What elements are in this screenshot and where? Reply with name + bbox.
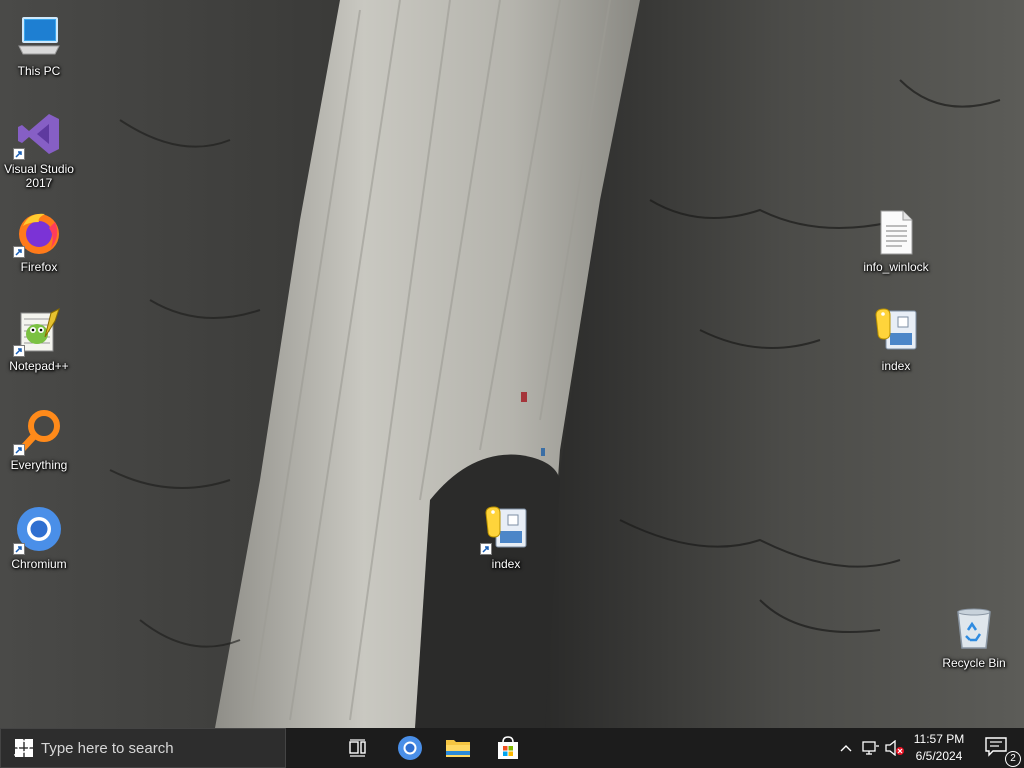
desktop-icon-label: Chromium	[11, 557, 67, 571]
chromium-icon	[398, 736, 422, 760]
shortcut-arrow-icon	[13, 246, 25, 258]
desktop-icon-firefox[interactable]: Firefox	[1, 202, 77, 294]
desktop-icon-label: info_winlock	[863, 260, 929, 274]
python-file-shortcut-icon	[480, 505, 530, 555]
desktop-icon-this-pc[interactable]: This PC	[1, 6, 77, 98]
desktop-icon-label: Visual Studio 2017	[4, 162, 74, 190]
clock-date: 6/5/2024	[915, 749, 963, 763]
start-button[interactable]	[0, 728, 48, 768]
notification-icon	[985, 737, 1007, 757]
computer-icon	[15, 12, 63, 60]
file-explorer-icon	[446, 740, 470, 757]
show-hidden-icons-button[interactable]	[836, 728, 856, 768]
desktop-icon-notepadpp[interactable]: Notepad++	[1, 301, 77, 393]
taskbar-file-explorer-button[interactable]	[434, 728, 482, 768]
action-center-button[interactable]: 2	[976, 728, 1021, 768]
desktop-icon-index-shortcut[interactable]: index	[468, 499, 544, 591]
network-status-button[interactable]	[860, 728, 882, 768]
desktop-icon-recycle-bin[interactable]: Recycle Bin	[936, 598, 1012, 690]
desktop-icon-chromium[interactable]: Chromium	[1, 499, 77, 591]
shortcut-arrow-icon	[13, 148, 25, 160]
desktop-icon-everything[interactable]: Everything	[1, 400, 77, 492]
taskbar: Type here to search 11:57 PM 6/5/2024 2	[0, 728, 1024, 768]
volume-button[interactable]	[884, 728, 906, 768]
desktop-icon-visual-studio[interactable]: Visual Studio 2017	[1, 104, 77, 196]
clock-time: 11:57 PM	[913, 732, 965, 746]
firefox-icon	[13, 208, 63, 258]
microsoft-store-icon	[498, 736, 518, 759]
search-placeholder: Type here to search	[41, 739, 174, 757]
shortcut-arrow-icon	[13, 345, 25, 357]
recycle-bin-icon	[950, 604, 998, 652]
clock[interactable]: 11:57 PM 6/5/2024	[906, 728, 972, 768]
desktop-icon-index[interactable]: index	[858, 301, 934, 393]
volume-muted-icon	[885, 740, 904, 756]
everything-search-icon	[13, 406, 63, 456]
desktop-icon-label: index	[881, 359, 911, 373]
shortcut-arrow-icon	[480, 543, 492, 555]
desktop-icon-info-winlock[interactable]: info_winlock	[858, 202, 934, 294]
desktop-icon-label: index	[491, 557, 521, 571]
chevron-up-icon	[840, 745, 852, 752]
notepadpp-icon	[13, 307, 63, 357]
notification-count-badge: 2	[1005, 751, 1021, 767]
text-file-icon	[872, 208, 920, 256]
python-file-icon	[872, 307, 920, 355]
taskbar-chromium-button[interactable]	[386, 728, 434, 768]
desktop-icon-label: Notepad++	[9, 359, 69, 373]
desktop-icon-label: Firefox	[20, 260, 58, 274]
task-view-button[interactable]	[336, 728, 382, 768]
desktop-icon-label: This PC	[17, 64, 61, 78]
shortcut-arrow-icon	[13, 543, 25, 555]
taskbar-microsoft-store-button[interactable]	[482, 728, 534, 768]
visual-studio-icon	[13, 110, 63, 160]
task-view-icon	[349, 739, 366, 757]
windows-logo-icon	[15, 739, 33, 757]
chromium-icon	[13, 505, 63, 555]
desktop-icon-label: Recycle Bin	[942, 656, 1006, 670]
shortcut-arrow-icon	[13, 444, 25, 456]
desktop-icon-label: Everything	[10, 458, 68, 472]
network-icon	[862, 741, 879, 755]
